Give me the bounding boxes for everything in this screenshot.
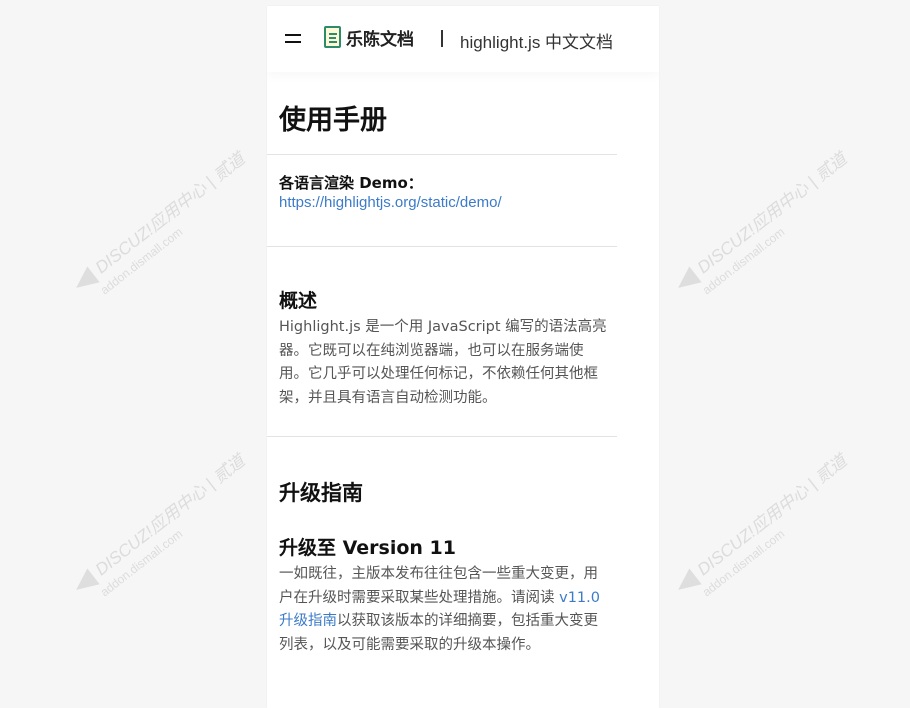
- section-divider: [267, 246, 617, 247]
- logo-text: 乐陈文档: [346, 29, 414, 50]
- watermark-arrow-icon: [672, 266, 702, 296]
- section-divider: [267, 436, 617, 437]
- hamburger-menu-icon[interactable]: [285, 32, 301, 44]
- overview-text: Highlight.js 是一个用 JavaScript 编写的语法高亮器。它既…: [279, 319, 607, 406]
- watermark-arrow-icon: [70, 568, 100, 598]
- watermark-arrow-icon: [70, 266, 100, 296]
- watermark-arrow-icon: [672, 568, 702, 598]
- section-divider: [267, 154, 617, 155]
- header-divider: [441, 30, 443, 47]
- upgrade-text-before: 一如既往，主版本发布往往包含一些重大变更，用户在升级时需要采取某些处理措施。请阅…: [279, 566, 598, 606]
- demo-link[interactable]: https://highlightjs.org/static/demo/: [279, 194, 502, 211]
- watermark: DISCUZ!应用中心 | 贰道addon.dismall.com: [672, 149, 862, 310]
- page-title: 使用手册: [279, 105, 387, 136]
- watermark: DISCUZ!应用中心 | 贰道addon.dismall.com: [70, 149, 260, 310]
- document-logo-icon: [323, 24, 343, 50]
- upgrade-text: 一如既往，主版本发布往往包含一些重大变更，用户在升级时需要采取某些处理措施。请阅…: [279, 563, 609, 657]
- site-logo[interactable]: 乐陈文档: [323, 24, 414, 50]
- watermark: DISCUZ!应用中心 | 贰道addon.dismall.com: [70, 451, 260, 612]
- upgrade-heading: 升级指南: [279, 481, 363, 505]
- mobile-page: 乐陈文档 highlight.js 中文文档 使用手册 各语言渲染 Demo： …: [267, 6, 659, 708]
- top-navbar: 乐陈文档 highlight.js 中文文档: [267, 6, 659, 72]
- demo-label: 各语言渲染 Demo：: [279, 174, 423, 192]
- site-subtitle[interactable]: highlight.js 中文文档: [460, 28, 613, 53]
- upgrade-subheading: 升级至 Version 11: [279, 537, 456, 559]
- overview-heading: 概述: [279, 290, 318, 312]
- watermark: DISCUZ!应用中心 | 贰道addon.dismall.com: [672, 451, 862, 612]
